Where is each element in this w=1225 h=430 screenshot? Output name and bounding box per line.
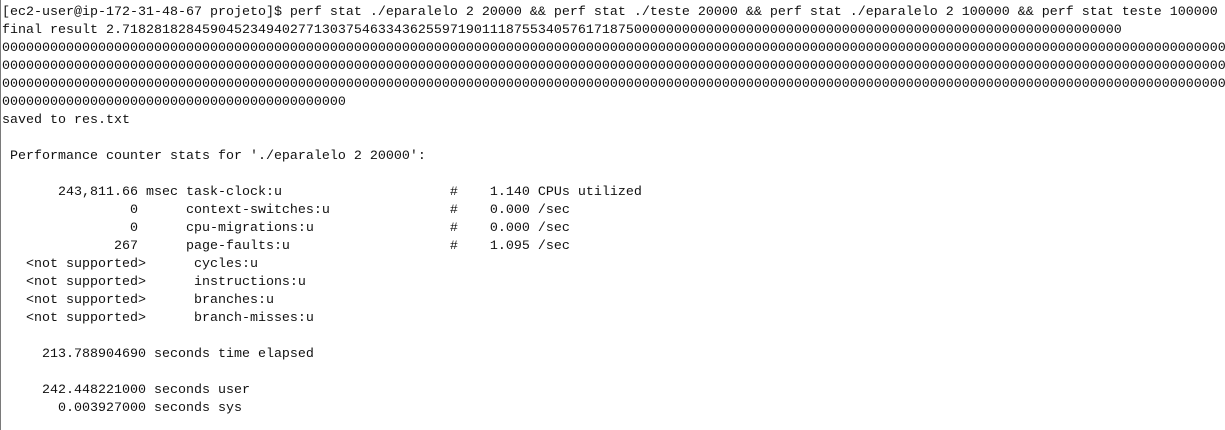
terminal-line-context-switches: 0 context-switches:u # 0.000 /sec [2,203,570,218]
terminal-line-time-elapsed: 213.788904690 seconds time elapsed [2,347,314,362]
terminal-line-result-continued: 0000000000000000000000000000000000000000… [2,95,346,110]
terminal-line-cycles: <not supported> cycles:u [2,257,258,272]
terminal-line-perf-header: Performance counter stats for './eparale… [2,149,426,164]
terminal-line-branches: <not supported> branches:u [2,293,274,308]
terminal-line-instructions: <not supported> instructions:u [2,275,306,290]
terminal-line-seconds-user: 242.448221000 seconds user [2,383,250,398]
terminal-line-result-continued: 0000000000000000000000000000000000000000… [2,77,1225,92]
terminal-line-page-faults: 267 page-faults:u # 1.095 /sec [2,239,570,254]
terminal-line-task-clock: 243,811.66 msec task-clock:u # 1.140 CPU… [2,185,642,200]
terminal-line-branch-misses: <not supported> branch-misses:u [2,311,314,326]
terminal-line-command: [ec2-user@ip-172-31-48-67 projeto]$ perf… [2,5,1218,20]
terminal-line-result-continued: 0000000000000000000000000000000000000000… [2,41,1225,56]
terminal-line-final-result: final result 2.7182818284590452349402771… [2,23,1122,38]
terminal-line-cpu-migrations: 0 cpu-migrations:u # 0.000 /sec [2,221,570,236]
terminal-window[interactable]: [ec2-user@ip-172-31-48-67 projeto]$ perf… [0,0,1225,430]
terminal-line-result-continued: 0000000000000000000000000000000000000000… [2,59,1225,74]
terminal-line-seconds-sys: 0.003927000 seconds sys [2,401,242,416]
terminal-line-saved: saved to res.txt [2,113,130,128]
